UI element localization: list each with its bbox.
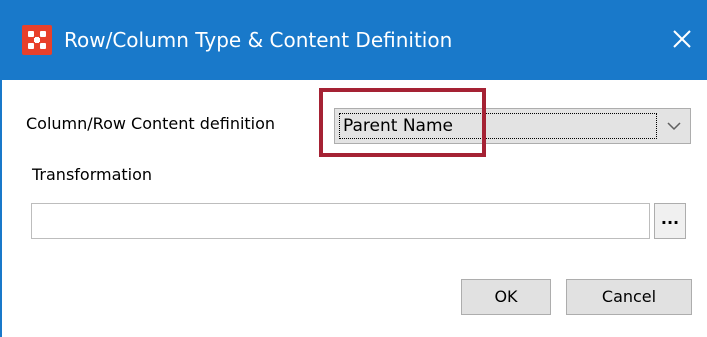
dialog-window: Row/Column Type & Content Definition Col… [0, 0, 707, 337]
title-bar: Row/Column Type & Content Definition [0, 0, 707, 80]
highlight-annotation [319, 88, 486, 157]
ok-button[interactable]: OK [461, 279, 551, 315]
transformation-label: Transformation [32, 165, 153, 184]
close-icon [673, 30, 691, 48]
content-definition-label: Column/Row Content definition [26, 114, 276, 133]
browse-button[interactable]: ... [654, 203, 686, 239]
transformation-input[interactable] [31, 203, 650, 239]
app-logo-icon [22, 25, 52, 55]
close-button[interactable] [664, 21, 700, 57]
cancel-button[interactable]: Cancel [566, 279, 692, 315]
window-border [0, 80, 2, 337]
chevron-down-icon[interactable] [663, 117, 685, 135]
window-title: Row/Column Type & Content Definition [64, 28, 453, 52]
